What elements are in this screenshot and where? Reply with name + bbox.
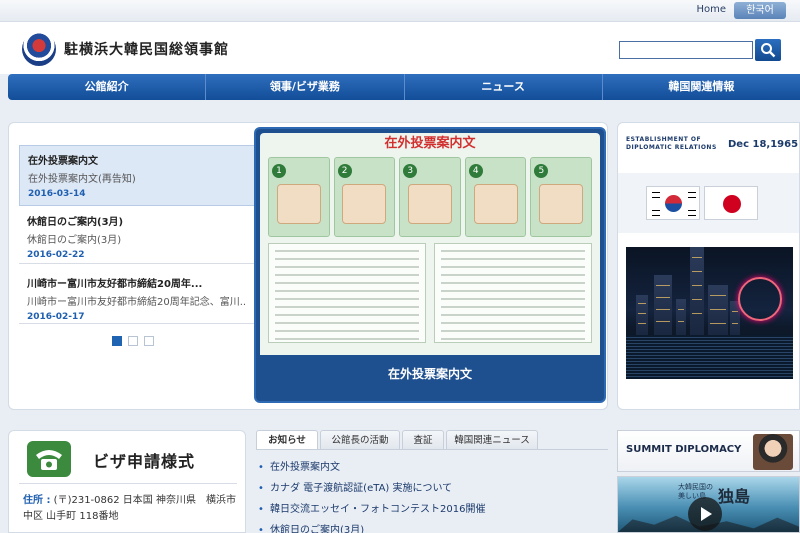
tab-ambassador-activities[interactable]: 公館長の活動 (320, 430, 400, 450)
establishment-date: Dec 18,1965 (728, 139, 799, 150)
featured-news-slider: 在外投票案内文 在外投票案内文(再告知) 2016-03-14 休館日のご案内(… (8, 122, 608, 410)
guide-column (434, 243, 592, 343)
notice-tabs: お知らせ 公館長の活動 査証 韓国関連ニュース (256, 430, 608, 450)
feature-heading: 在外投票案内文 (384, 136, 476, 151)
site-title[interactable]: 駐横浜大韓民国総領事館 (64, 39, 229, 59)
visa-title: ビザ申請様式 (93, 452, 196, 471)
tab-notices[interactable]: お知らせ (256, 430, 318, 450)
summit-diplomacy-banner[interactable]: SUMMIT DIPLOMACY (617, 430, 800, 472)
voting-steps: 1 2 3 4 5 (268, 157, 592, 237)
news-subtitle: 休館日のご案内(3月) (27, 235, 122, 246)
step-card: 1 (268, 157, 330, 237)
slider-pager (112, 336, 154, 346)
search-input[interactable] (619, 41, 753, 59)
summit-text: SUMMIT DIPLOMACY (626, 444, 742, 455)
play-icon[interactable] (688, 497, 722, 531)
step-illustration (407, 184, 452, 224)
divider (19, 483, 237, 484)
pager-dot-3[interactable] (144, 336, 154, 346)
step-card: 3 (399, 157, 461, 237)
news-item-1[interactable]: 在外投票案内文 在外投票案内文(再告知) 2016-03-14 (19, 145, 255, 206)
step-illustration (473, 184, 518, 224)
south-korea-flag-icon (646, 186, 700, 220)
notice-item[interactable]: 在外投票案内文 (258, 460, 606, 481)
consulate-emblem-logo[interactable] (22, 32, 56, 66)
feature-caption: 在外投票案内文 (387, 367, 472, 381)
visa-application-card[interactable]: ビザ申請様式 住所 : (〒)231-0862 日本国 神奈川県 横浜市中区 山… (8, 430, 246, 533)
step-number: 3 (403, 164, 418, 178)
step-illustration (539, 184, 584, 224)
step-number: 5 (534, 164, 549, 178)
featured-banner[interactable]: 在外投票案内文 1 2 3 4 5 在外投票案内文 (254, 127, 606, 403)
step-card: 4 (464, 157, 527, 237)
news-date: 2016-03-14 (28, 189, 86, 199)
step-card: 5 (530, 157, 592, 237)
establishment-label: ESTABLISHMENT OF DIPLOMATIC RELATIONS (626, 136, 717, 151)
main-navigation: 公館紹介 領事/ビザ業務 ニュース 韓国関連情報 (8, 74, 800, 100)
tab-visa[interactable]: 査証 (402, 430, 444, 450)
pager-dot-2[interactable] (128, 336, 138, 346)
top-utility-bar: Home 한국어 (0, 0, 800, 22)
notice-item[interactable]: 休館日のご案内(3月) (258, 523, 606, 533)
step-card: 2 (333, 157, 396, 237)
nav-item-about[interactable]: 公館紹介 (8, 74, 207, 100)
news-title: 川崎市ー富川市友好都市締結20周年... (27, 279, 203, 290)
notice-list: 在外投票案内文 カナダ 電子渡航認証(eTA) 実施について 韓日交流エッセイ・… (258, 460, 606, 533)
news-subtitle: 川崎市ー富川市友好都市締結20周年記念、富川... (27, 297, 247, 308)
address-label: 住所 : (23, 495, 51, 506)
voting-guide-image: 在外投票案内文 1 2 3 4 5 (260, 133, 600, 355)
notice-item[interactable]: カナダ 電子渡航認証(eTA) 実施について (258, 481, 606, 502)
guide-text-block (268, 243, 592, 343)
divider (19, 323, 255, 324)
address-text: (〒)231-0862 日本国 神奈川県 横浜市中区 山手町 118番地 (23, 495, 236, 522)
japan-flag-icon (704, 186, 758, 220)
flags-box (618, 173, 799, 233)
president-photo (753, 434, 793, 470)
search-button[interactable] (755, 39, 781, 61)
news-date: 2016-02-17 (27, 312, 85, 322)
nav-item-news[interactable]: ニュース (405, 74, 603, 100)
diplomatic-relations-panel: ESTABLISHMENT OF DIPLOMATIC RELATIONS De… (617, 122, 800, 410)
yokohama-night-photo (626, 247, 793, 379)
phone-icon (27, 441, 71, 477)
nav-item-consular-visa[interactable]: 領事/ビザ業務 (206, 74, 405, 100)
dokdo-video-banner[interactable]: 大韓民国の 美しい島 独島 (617, 476, 800, 533)
site-header: 駐横浜大韓民国総領事館 (0, 22, 800, 74)
tab-korea-news[interactable]: 韓国関連ニュース (446, 430, 538, 450)
guide-column (268, 243, 426, 343)
step-number: 2 (337, 164, 352, 178)
tabs-underline (256, 449, 608, 450)
korean-language-button[interactable]: 한국어 (734, 2, 786, 19)
news-item-2[interactable]: 休館日のご案内(3月) 休館日のご案内(3月) 2016-02-22 (19, 207, 255, 266)
news-title: 在外投票案内文 (28, 156, 98, 167)
search-icon (761, 43, 776, 58)
divider (19, 263, 255, 264)
news-subtitle: 在外投票案内文(再告知) (28, 174, 136, 185)
home-link[interactable]: Home (696, 4, 726, 15)
pager-dot-1[interactable] (112, 336, 122, 346)
step-number: 4 (468, 164, 483, 178)
dokdo-title: 独島 (718, 487, 751, 506)
nav-item-korea-info[interactable]: 韓国関連情報 (603, 74, 800, 100)
consulate-address: 住所 : (〒)231-0862 日本国 神奈川県 横浜市中区 山手町 118番… (23, 493, 239, 525)
news-date: 2016-02-22 (27, 250, 85, 260)
news-title: 休館日のご案内(3月) (27, 217, 124, 228)
news-item-3[interactable]: 川崎市ー富川市友好都市締結20周年... 川崎市ー富川市友好都市締結20周年記念… (19, 269, 255, 328)
step-illustration (342, 184, 387, 224)
notice-item[interactable]: 韓日交流エッセイ・フォトコンテスト2016開催 (258, 502, 606, 523)
step-number: 1 (272, 164, 286, 178)
step-illustration (276, 184, 321, 224)
